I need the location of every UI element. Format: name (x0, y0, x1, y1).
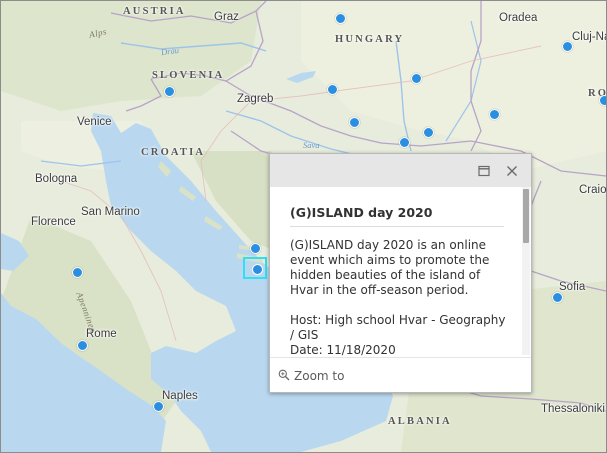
city-label-graz: Graz (214, 11, 239, 23)
country-label-austria: AUSTRIA (123, 6, 186, 17)
country-label-croatia: CROATIA (141, 147, 206, 158)
feature-popup: (G)ISLAND day 2020 (G)ISLAND day 2020 is… (269, 153, 532, 393)
event-marker[interactable] (153, 401, 164, 412)
event-description: (G)ISLAND day 2020 is an online event wh… (290, 238, 490, 297)
event-marker[interactable] (599, 95, 606, 106)
city-label-florence: Florence (31, 216, 76, 228)
event-marker[interactable] (335, 13, 346, 24)
popup-header (270, 154, 531, 187)
zoom-to-label: Zoom to (294, 369, 345, 383)
city-label-venice: Venice (77, 116, 112, 128)
event-marker[interactable] (164, 86, 175, 97)
city-label-thessaloniki: Thessaloniki (541, 403, 605, 415)
city-label-naples: Naples (162, 390, 198, 402)
event-marker[interactable] (562, 41, 573, 52)
city-label-san-marino: San Marino (81, 206, 140, 218)
city-label-bologna: Bologna (35, 173, 78, 185)
event-marker[interactable] (77, 340, 88, 351)
river-label-drau: Drau (160, 44, 180, 58)
maximize-icon[interactable] (476, 163, 492, 179)
event-marker[interactable] (552, 292, 563, 303)
zoom-in-icon (278, 369, 290, 384)
map-view[interactable]: AUSTRIA HUNGARY SLOVENIA CROATIA ALBANIA… (0, 0, 607, 453)
country-label-albania: ALBANIA (388, 416, 452, 427)
event-marker[interactable] (250, 243, 261, 254)
event-marker[interactable] (411, 73, 422, 84)
city-label-zagreb: Zagreb (237, 93, 274, 105)
country-label-slovenia: SLOVENIA (152, 70, 225, 81)
zoom-to-button[interactable]: Zoom to (278, 368, 344, 384)
popup-scrollbar-thumb[interactable] (523, 189, 529, 243)
close-icon[interactable] (504, 163, 520, 179)
event-marker[interactable] (423, 127, 434, 138)
city-label-sofia: Sofia (559, 281, 586, 293)
event-date: Date: 11/18/2020 (290, 343, 396, 356)
popup-content[interactable]: (G)ISLAND day 2020 is an online event wh… (290, 238, 508, 356)
event-marker[interactable] (72, 267, 83, 278)
selected-event-marker[interactable] (252, 264, 263, 275)
city-label-oradea: Oradea (499, 12, 538, 24)
city-label-craiova: Craiov (579, 184, 607, 196)
city-label-cluj-napoca: Cluj-Na (572, 31, 607, 43)
river-label-sava: Sava (303, 140, 320, 150)
popup-title: (G)ISLAND day 2020 (290, 205, 504, 227)
country-label-hungary: HUNGARY (335, 34, 405, 45)
event-marker[interactable] (327, 84, 338, 95)
popup-footer: Zoom to (270, 357, 531, 392)
event-host: Host: High school Hvar - Geography / GIS (290, 313, 506, 342)
event-marker[interactable] (349, 117, 360, 128)
event-marker[interactable] (399, 137, 410, 148)
event-marker[interactable] (489, 109, 500, 120)
